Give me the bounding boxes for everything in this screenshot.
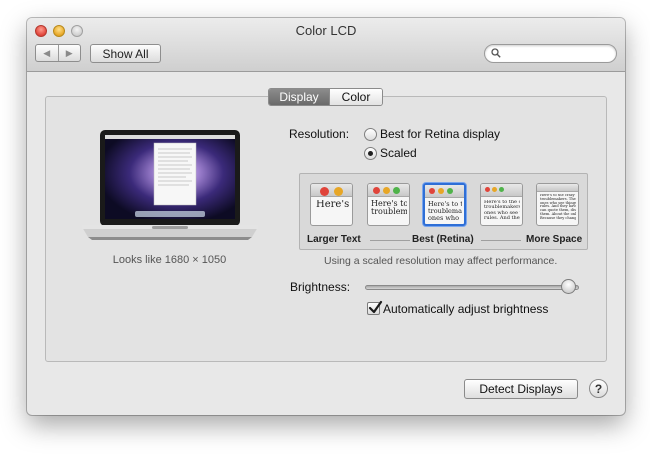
larger-text-label: Larger Text xyxy=(307,234,361,245)
brightness-slider-track[interactable] xyxy=(365,285,579,290)
radio-best-for-retina[interactable] xyxy=(364,128,377,141)
looks-like-caption: Looks like 1680 × 1050 xyxy=(112,254,227,266)
show-all-button[interactable]: Show All xyxy=(90,44,161,63)
detect-displays-button[interactable]: Detect Displays xyxy=(464,379,578,399)
preferences-window: Color LCD ◀ ▶ Show All Display Color Loo… xyxy=(27,18,625,415)
scale-divider-right xyxy=(481,240,521,241)
search-icon xyxy=(491,48,501,58)
scale-option-more-space[interactable]: Here's to the crazy one troublemakers. T… xyxy=(536,183,579,226)
best-for-retina-label[interactable]: Best for Retina display xyxy=(380,127,500,141)
forward-arrow-icon[interactable]: ▶ xyxy=(57,45,81,61)
radio-scaled[interactable] xyxy=(364,147,377,160)
performance-note: Using a scaled resolution may affect per… xyxy=(324,255,558,267)
back-arrow-icon[interactable]: ◀ xyxy=(36,45,58,61)
scaled-label[interactable]: Scaled xyxy=(380,146,417,160)
scale-option-4[interactable]: Here's to the c troublemakers. ones who … xyxy=(480,183,523,226)
tab-bar: Display Color xyxy=(268,88,383,106)
scale-option-larger-text[interactable]: Here's xyxy=(310,183,353,226)
scale-divider-left xyxy=(370,240,410,241)
tab-color[interactable]: Color xyxy=(329,89,382,105)
brightness-label: Brightness: xyxy=(290,280,351,294)
laptop-display-image xyxy=(82,130,258,240)
back-forward-control: ◀ ▶ xyxy=(35,44,81,62)
title-bar: Color LCD ◀ ▶ Show All xyxy=(27,18,625,72)
brightness-slider-knob[interactable] xyxy=(561,279,577,294)
window-title: Color LCD xyxy=(295,23,357,38)
scale-option-best-retina[interactable]: Here's to th troublemak ones who xyxy=(423,183,466,226)
more-space-label: More Space xyxy=(526,234,583,245)
auto-brightness-label[interactable]: Automatically adjust brightness xyxy=(383,302,548,316)
tab-display[interactable]: Display xyxy=(269,89,329,105)
help-button[interactable]: ? xyxy=(589,379,608,398)
best-retina-label: Best (Retina) xyxy=(412,234,474,245)
search-field[interactable] xyxy=(484,44,617,63)
checkmark-icon xyxy=(368,300,383,314)
scale-option-2[interactable]: Here's to troublem xyxy=(367,183,410,226)
auto-brightness-checkbox[interactable] xyxy=(367,300,383,315)
resolution-label: Resolution: xyxy=(289,127,350,141)
